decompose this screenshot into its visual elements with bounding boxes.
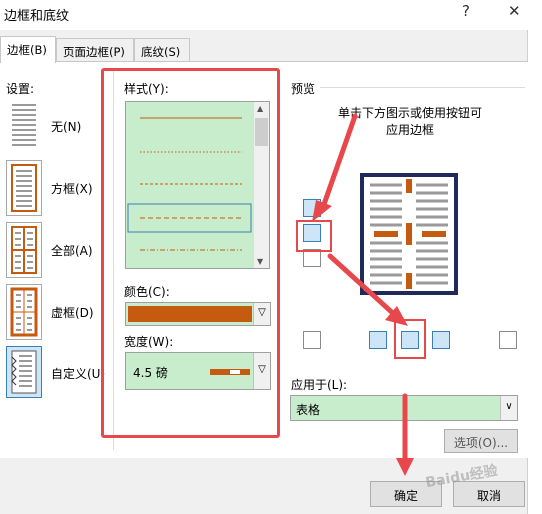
annotation-arrows <box>312 113 414 476</box>
tab-borders[interactable]: 边框(B) <box>0 36 56 63</box>
